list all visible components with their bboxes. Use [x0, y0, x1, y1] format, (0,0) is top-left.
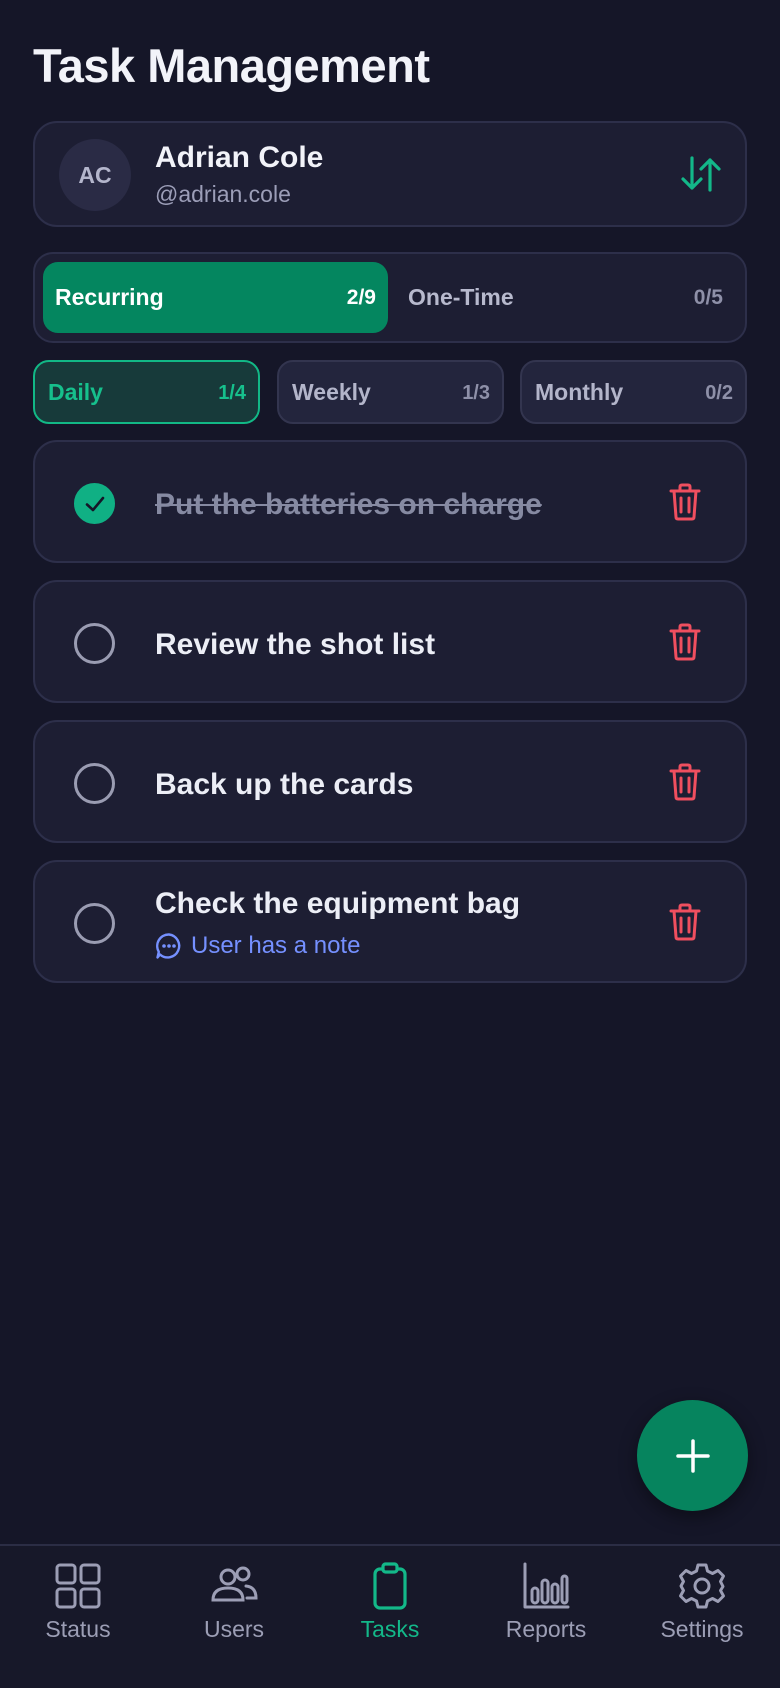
tab-recurring-label: Recurring [55, 284, 164, 310]
clipboard-icon [373, 1562, 407, 1610]
add-task-button[interactable] [637, 1400, 748, 1511]
task-title: Back up the cards [155, 768, 414, 801]
delete-task-button[interactable] [668, 902, 702, 942]
avatar: AC [59, 139, 131, 211]
trash-icon [669, 903, 701, 941]
task-checkbox-checked[interactable] [74, 483, 115, 524]
nav-item-tasks[interactable]: Tasks [312, 1546, 468, 1688]
user-name: Adrian Cole [155, 141, 324, 174]
tab-daily-label: Daily [48, 379, 103, 405]
tab-weekly[interactable]: Weekly 1/3 [277, 360, 504, 424]
task-card: Check the equipment bag User has a note [33, 860, 747, 983]
nav-item-users[interactable]: Users [156, 1546, 312, 1688]
gear-icon [679, 1563, 725, 1609]
swap-vertical-icon [681, 156, 721, 192]
users-icon [211, 1566, 258, 1602]
task-note-link[interactable]: User has a note [155, 932, 360, 960]
nav-label-users: Users [203, 1616, 265, 1642]
user-handle: @adrian.cole [155, 181, 291, 207]
swap-user-button[interactable] [679, 154, 723, 194]
plus-icon [675, 1438, 710, 1473]
tab-recurring[interactable]: Recurring 2/9 [43, 262, 388, 333]
grid-icon [55, 1563, 101, 1609]
chat-bubble-icon [156, 933, 181, 959]
task-checkbox[interactable] [74, 903, 115, 944]
nav-label-reports: Reports [505, 1616, 587, 1642]
tab-recurring-count: 2/9 [346, 286, 376, 309]
task-title: Put the batteries on charge [155, 488, 542, 521]
task-note-text: User has a note [191, 932, 361, 959]
task-type-segmented-control: Recurring 2/9 One-Time 0/5 [33, 252, 747, 343]
page-title: Task Management [33, 39, 430, 92]
task-title: Check the equipment bag [155, 887, 521, 920]
tab-daily-count: 1/4 [218, 382, 246, 404]
delete-task-button[interactable] [668, 622, 702, 662]
task-card: Put the batteries on charge [33, 440, 747, 563]
nav-item-status[interactable]: Status [0, 1546, 156, 1688]
trash-icon [669, 483, 701, 521]
tab-one-time-count: 0/5 [693, 286, 723, 309]
tab-one-time[interactable]: One-Time 0/5 [396, 262, 735, 333]
user-card[interactable]: AC Adrian Cole @adrian.cole [33, 121, 747, 227]
tab-monthly-count: 0/2 [705, 382, 733, 404]
tab-monthly-label: Monthly [535, 379, 624, 405]
task-card: Review the shot list [33, 580, 747, 703]
task-card: Back up the cards [33, 720, 747, 843]
task-checkbox[interactable] [74, 623, 115, 664]
bottom-nav: Status Users Tasks Reports Settings [0, 1544, 780, 1688]
nav-label-status: Status [45, 1616, 111, 1642]
checkmark-icon [85, 496, 105, 512]
tab-weekly-label: Weekly [292, 379, 371, 405]
bar-chart-icon [523, 1562, 570, 1609]
trash-icon [669, 623, 701, 661]
delete-task-button[interactable] [668, 482, 702, 522]
task-checkbox[interactable] [74, 763, 115, 804]
nav-label-tasks: Tasks [360, 1616, 420, 1642]
trash-icon [669, 763, 701, 801]
tab-one-time-label: One-Time [408, 284, 514, 310]
nav-item-settings[interactable]: Settings [624, 1546, 780, 1688]
tab-monthly[interactable]: Monthly 0/2 [520, 360, 747, 424]
delete-task-button[interactable] [668, 762, 702, 802]
nav-label-settings: Settings [660, 1616, 744, 1642]
tab-daily[interactable]: Daily 1/4 [33, 360, 260, 424]
nav-item-reports[interactable]: Reports [468, 1546, 624, 1688]
tab-weekly-count: 1/3 [462, 382, 490, 404]
task-title: Review the shot list [155, 628, 436, 661]
